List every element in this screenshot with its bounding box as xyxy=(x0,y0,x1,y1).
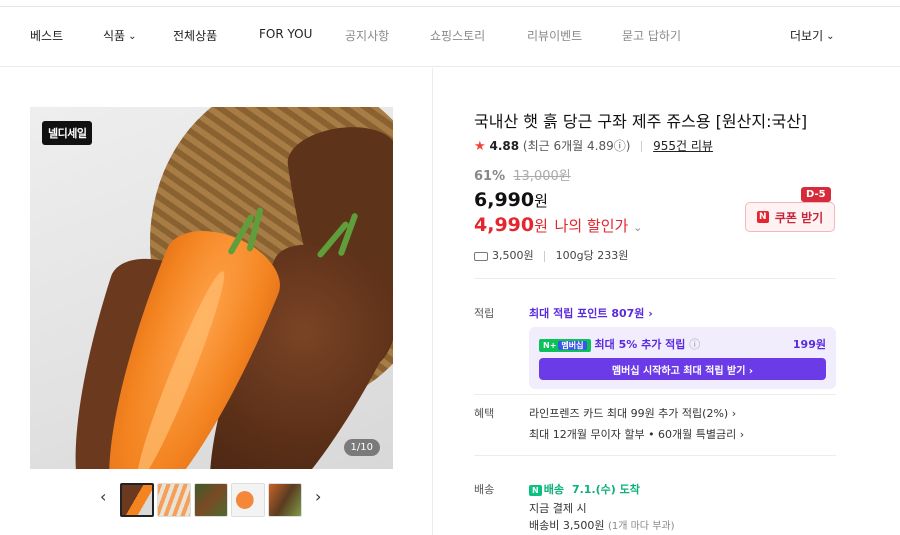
chevron-down-icon: ⌄ xyxy=(826,31,835,42)
info-icon[interactable]: ⓘ xyxy=(614,139,626,153)
section-divider xyxy=(474,278,836,279)
nav-item-label: 공지사항 xyxy=(345,29,390,43)
product-title: 국내산 햇 흙 당근 구좌 제주 쥬스용 [원산지:국산] xyxy=(474,112,808,131)
nav-item-label: 쇼핑스토리 xyxy=(430,29,486,43)
delivery-fee-note: (1개 마다 부과) xyxy=(607,521,675,532)
original-price-row: 61% 13,000원 xyxy=(474,165,571,184)
nav-item-label: 전체상품 xyxy=(173,29,218,43)
shipping-fee: 3,500원 xyxy=(492,249,534,262)
my-price-value: 4,990 xyxy=(474,214,535,236)
price-unit: 원 xyxy=(534,217,548,235)
delivery-note: 지금 결제 시 xyxy=(529,502,587,515)
thumbnail-image xyxy=(232,484,264,516)
delivery-badge-text: 배송 xyxy=(543,483,564,496)
divider xyxy=(641,141,643,152)
product-main-image[interactable]: 넬디세일 1/10 xyxy=(30,107,393,469)
section-divider xyxy=(474,394,836,395)
benefits-label: 혜택 xyxy=(474,407,495,420)
unit-price: 100g당 233원 xyxy=(555,249,629,262)
max-points-link[interactable]: 최대 적립 포인트 807원 › xyxy=(529,305,653,321)
nav-item-food[interactable]: 식품 ⌄ xyxy=(103,27,136,44)
naver-delivery-icon: N xyxy=(529,485,542,496)
thumbnail-image xyxy=(269,484,301,516)
delivery-label: 배송 xyxy=(474,483,495,496)
nav-item-label: 식품 xyxy=(103,29,126,43)
points-label: 적립 xyxy=(474,307,495,320)
coupon-button[interactable]: N 쿠폰 받기 xyxy=(745,202,835,232)
thumbnail[interactable] xyxy=(157,483,191,517)
membership-extra-row: N+ 멤버십 최대 5% 추가 적립 ⓘ xyxy=(539,336,700,352)
brand-logo: 넬디세일 xyxy=(42,121,93,145)
truck-icon xyxy=(474,251,488,261)
divider xyxy=(544,250,546,262)
membership-box: N+ 멤버십 최대 5% 추가 적립 ⓘ 199원 멤버십 시작하고 최대 적립 받… xyxy=(529,327,836,389)
nav-item-review-event[interactable]: 리뷰이벤트 xyxy=(527,27,582,44)
membership-start-button[interactable]: 멤버십 시작하고 최대 적립 받기 › xyxy=(539,358,826,380)
shipping-info: 3,500원 100g당 233원 xyxy=(474,247,628,263)
chevron-right-icon[interactable]: › xyxy=(315,487,321,506)
nav-item-label: 리뷰이벤트 xyxy=(527,29,583,43)
delivery-fee-row: 배송비 3,500원 (1개 마다 부과) xyxy=(529,517,675,533)
nav-item-label: FOR YOU xyxy=(259,27,313,41)
card-benefit-link[interactable]: 라인프렌즈 카드 최대 99원 추가 적립(2%) › xyxy=(529,405,736,421)
nav-item-label: 베스트 xyxy=(30,29,64,43)
column-divider xyxy=(432,68,433,535)
thumbnail[interactable] xyxy=(194,483,228,517)
my-discount-price[interactable]: 4,990원 나의 할인가 ⌄ xyxy=(474,214,642,236)
nav-item-best[interactable]: 베스트 xyxy=(30,27,63,44)
my-price-label-text: 나의 할인가 xyxy=(554,217,629,235)
sale-price-value: 6,990 xyxy=(474,189,535,211)
membership-extra-text: 최대 5% 추가 적립 xyxy=(594,338,686,351)
chevron-left-icon[interactable]: ‹ xyxy=(100,487,106,506)
delivery-fee: 배송비 3,500원 xyxy=(529,519,605,532)
coupon-label: 쿠폰 받기 xyxy=(774,210,824,225)
nav-more-label: 더보기 xyxy=(790,29,824,43)
delivery-badge: N 배송 7.1.(수) 도착 xyxy=(529,481,640,497)
rating-score: 4.88 xyxy=(489,139,520,153)
rating-recent: (최근 6개월 4.89 xyxy=(522,139,614,153)
nav-item-all-products[interactable]: 전체상품 xyxy=(173,27,217,44)
installment-benefit-link[interactable]: 최대 12개월 무이자 할부 • 60개월 특별금리 › xyxy=(529,426,744,442)
image-counter: 1/10 xyxy=(343,439,380,456)
badge-text: N+ xyxy=(543,340,557,350)
membership-amount: 199원 xyxy=(792,338,826,351)
nav-item-shopping-story[interactable]: 쇼핑스토리 xyxy=(430,27,485,44)
thumbnail[interactable] xyxy=(268,483,302,517)
badge-sub-text: 멤버십 xyxy=(558,340,587,350)
sale-price: 6,990원 xyxy=(474,189,548,211)
review-count-link[interactable]: 955건 리뷰 xyxy=(653,139,713,153)
nav-item-label: 묻고 답하기 xyxy=(622,29,682,43)
top-navigation: 베스트 식품 ⌄ 전체상품 FOR YOU 공지사항 쇼핑스토리 리뷰이벤트 묻고… xyxy=(0,7,900,67)
naver-plus-badge: N+ 멤버십 xyxy=(539,338,591,352)
thumbnail-image xyxy=(122,485,152,515)
naver-icon: N xyxy=(756,211,769,223)
nav-item-notice[interactable]: 공지사항 xyxy=(345,27,389,44)
original-price: 13,000원 xyxy=(513,169,571,184)
thumbnail-image xyxy=(195,484,227,516)
nav-more-button[interactable]: 더보기 ⌄ xyxy=(790,27,835,44)
thumbnail[interactable] xyxy=(231,483,265,517)
chevron-down-icon: ⌄ xyxy=(128,31,137,42)
discount-rate: 61% xyxy=(474,169,506,184)
delivery-date: 7.1.(수) 도착 xyxy=(571,483,640,496)
price-unit: 원 xyxy=(534,192,548,210)
thumbnail[interactable] xyxy=(120,483,154,517)
section-divider xyxy=(474,455,836,456)
nav-item-for-you[interactable]: FOR YOU xyxy=(259,27,312,41)
thumbnail-image xyxy=(158,484,190,516)
star-icon: ★ xyxy=(474,139,486,154)
rating-row: ★ 4.88 (최근 6개월 4.89ⓘ) 955건 리뷰 xyxy=(474,137,713,154)
rating-recent-end: ) xyxy=(625,139,631,153)
my-price-label: 나의 할인가 ⌄ xyxy=(555,217,643,235)
coupon-dday-badge: D-5 xyxy=(801,187,831,202)
chevron-down-icon: ⌄ xyxy=(633,221,643,234)
nav-item-qna[interactable]: 묻고 답하기 xyxy=(622,27,681,44)
info-icon[interactable]: ⓘ xyxy=(689,338,700,351)
